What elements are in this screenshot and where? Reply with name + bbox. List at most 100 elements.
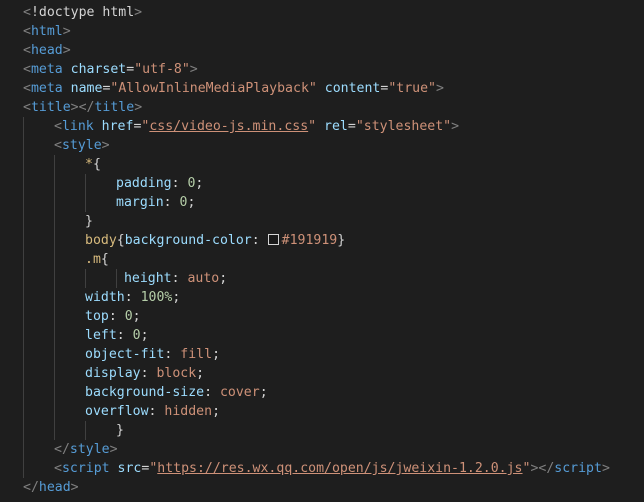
code-token: "stylesheet" <box>355 119 452 134</box>
code-token: rel <box>324 119 348 134</box>
code-token: css/video-js.min.css <box>149 119 309 134</box>
code-line[interactable]: *{ <box>0 155 644 174</box>
indent-guide <box>54 174 55 193</box>
code-content: <head> <box>23 43 71 58</box>
code-token: background-color <box>124 233 252 248</box>
code-content: <html> <box>23 24 71 39</box>
code-editor[interactable]: <!doctype html> <html> <head> <meta charset… <box>0 0 644 502</box>
indent-guide <box>23 193 24 212</box>
code-content: body{background-color: #191919} <box>23 233 345 248</box>
code-token: } <box>116 423 124 438</box>
code-token: .m <box>85 252 101 267</box>
code-token: height <box>123 271 172 286</box>
code-line[interactable]: .m{ <box>0 250 644 269</box>
code-token: < <box>54 461 62 476</box>
code-content: *{ <box>23 157 101 172</box>
code-line[interactable]: </head> <box>0 478 644 497</box>
code-content: top: 0; <box>23 309 141 324</box>
code-token: > <box>101 138 110 153</box>
code-line[interactable]: left: 0; <box>0 326 644 345</box>
code-line[interactable]: <!doctype html> <box>0 3 644 22</box>
code-token: meta <box>30 81 63 96</box>
indent-guide <box>23 136 24 155</box>
code-token: #191919 <box>281 233 338 248</box>
code-line[interactable]: <link href="css/video-js.min.css" rel="s… <box>0 117 644 136</box>
code-token: cover <box>219 385 260 400</box>
code-line[interactable]: object-fit: fill; <box>0 345 644 364</box>
code-token: = <box>126 62 135 77</box>
code-token: > <box>435 81 444 96</box>
code-line[interactable]: } <box>0 212 644 231</box>
code-line[interactable]: overflow: hidden; <box>0 402 644 421</box>
code-token: < <box>23 62 31 77</box>
code-token: hidden <box>164 404 213 419</box>
code-line[interactable]: <style> <box>0 136 644 155</box>
code-token: } <box>85 214 93 229</box>
code-content: <script src="https://res.wx.qq.com/open/… <box>23 461 610 476</box>
code-content: <meta charset="utf-8"> <box>23 62 198 77</box>
code-token: > <box>451 119 460 134</box>
indent-guide <box>85 421 86 440</box>
code-line[interactable]: } <box>0 421 644 440</box>
code-line[interactable]: <head> <box>0 41 644 60</box>
code-token: margin <box>116 195 164 210</box>
code-token: head <box>38 480 71 495</box>
code-content: object-fit: fill; <box>23 347 220 362</box>
code-token: ; <box>195 176 204 191</box>
indent-guide <box>23 212 24 231</box>
indent-guide <box>23 364 24 383</box>
code-line[interactable]: <meta name="AllowInlineMediaPlayback" co… <box>0 79 644 98</box>
code-line[interactable]: background-size: cover; <box>0 383 644 402</box>
code-token: ; <box>187 195 196 210</box>
code-content: } <box>23 423 124 438</box>
code-content: <meta name="AllowInlineMediaPlayback" co… <box>23 81 444 96</box>
code-token: > <box>70 480 79 495</box>
code-token: 100% <box>140 290 173 305</box>
code-token: ; <box>219 271 228 286</box>
code-token: width <box>85 290 125 305</box>
code-content: padding: 0; <box>23 176 203 191</box>
code-line[interactable]: margin: 0; <box>0 193 644 212</box>
code-token: < <box>23 24 31 39</box>
indent-guide <box>23 269 24 288</box>
indent-guide <box>54 307 55 326</box>
code-token: < <box>23 5 31 20</box>
code-content: overflow: hidden; <box>23 404 220 419</box>
code-token: !doctype html <box>30 5 135 20</box>
code-token: : <box>171 176 188 191</box>
code-token: < <box>23 81 31 96</box>
code-line[interactable]: padding: 0; <box>0 174 644 193</box>
code-token: ; <box>212 404 221 419</box>
code-line[interactable]: <meta charset="utf-8"> <box>0 60 644 79</box>
code-line[interactable]: width: 100%; <box>0 288 644 307</box>
code-line[interactable]: top: 0; <box>0 307 644 326</box>
code-token: </ <box>23 480 39 495</box>
code-line[interactable]: <title></title> <box>0 98 644 117</box>
code-line[interactable]: <script src="https://res.wx.qq.com/open/… <box>0 459 644 478</box>
code-token: ></ <box>530 461 555 476</box>
code-line[interactable]: body{background-color: #191919} <box>0 231 644 250</box>
code-token: > <box>109 442 118 457</box>
code-token: "utf-8" <box>134 62 190 77</box>
code-token: " <box>308 119 317 134</box>
code-token: script <box>61 461 110 476</box>
code-token: link <box>61 119 94 134</box>
code-token: fill <box>180 347 213 362</box>
code-token: : <box>171 271 188 286</box>
color-swatch-icon[interactable] <box>267 234 279 245</box>
indent-guide <box>54 326 55 345</box>
code-token: charset <box>70 62 127 77</box>
code-token: > <box>601 461 610 476</box>
code-token: < <box>54 119 62 134</box>
code-line[interactable]: height: auto; <box>0 269 644 288</box>
code-token: meta <box>30 62 63 77</box>
code-line[interactable]: </style> <box>0 440 644 459</box>
code-line[interactable]: display: block; <box>0 364 644 383</box>
indent-guide <box>54 231 55 250</box>
indent-guide <box>85 193 86 212</box>
indent-guide <box>23 231 24 250</box>
code-token: object-fit <box>85 347 165 362</box>
code-token: style <box>61 138 102 153</box>
code-line[interactable]: <html> <box>0 22 644 41</box>
